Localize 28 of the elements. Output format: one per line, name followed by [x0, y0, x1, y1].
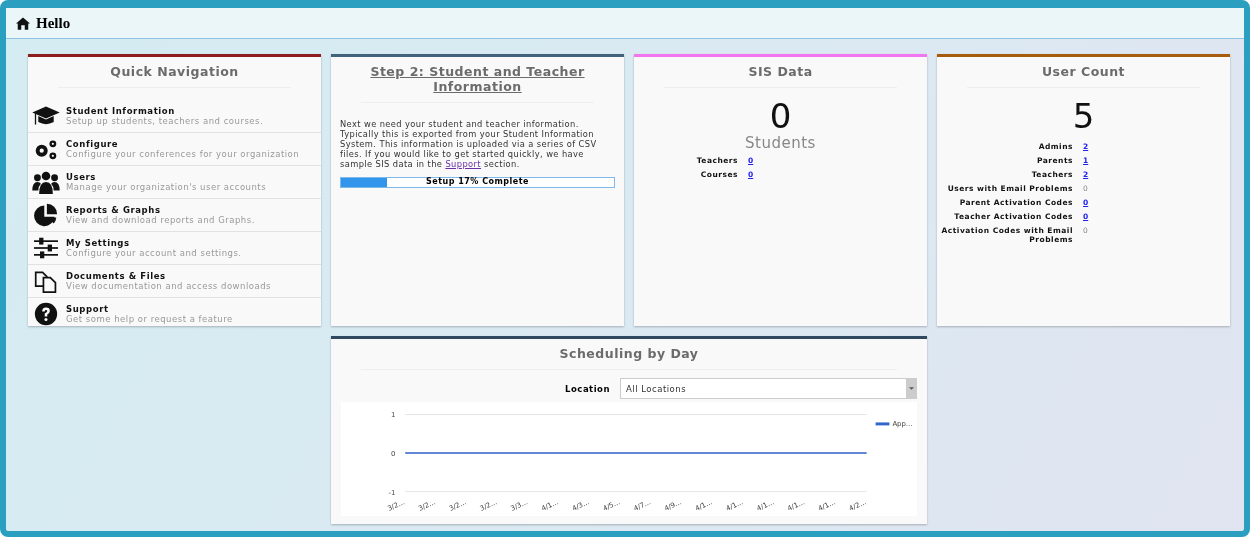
location-select[interactable]: All Locations [620, 378, 917, 399]
graduation-cap-icon [32, 104, 60, 128]
card-title: User Count [967, 64, 1200, 88]
pie-chart-icon [32, 203, 60, 227]
navigation-item[interactable]: Users Manage your organization's user accounts [28, 166, 321, 199]
page-title: Hello [36, 14, 71, 32]
progress-label: Setup 17% Complete [426, 177, 529, 186]
location-label: Location [565, 383, 610, 394]
user-count: 5 [1071, 98, 1096, 134]
navigation-item[interactable]: Student Information Setup up students, teachers and courses. [28, 100, 321, 133]
navigation-item[interactable]: My Settings Configure your account and settings. [28, 232, 321, 265]
navigation-item[interactable]: Documents & Files View documentation and access downloads [28, 265, 321, 298]
support-link[interactable]: Support [445, 159, 481, 169]
navigation-item[interactable]: Support Get some help or request a feature [28, 298, 321, 330]
students-label: Students [744, 134, 817, 152]
navigation-item[interactable]: Configure Configure your conferences for your organization [28, 133, 321, 166]
student-count: 0 [768, 98, 793, 134]
card-title: Step 2: Student and Teacher Information [361, 64, 594, 103]
users-icon [32, 170, 60, 194]
sliders-icon [32, 236, 60, 260]
legend-swatch [875, 422, 890, 426]
caret-icon [908, 386, 914, 391]
card-title: SIS Data [664, 64, 897, 88]
navigation-item[interactable]: Reports & Graphs View and download reports and Graphs. [28, 199, 321, 232]
instructions-text: Next we need your student and teacher information. Typically this is exported from your Student Information System. This information is uploaded via a series of CSV files. If you would like to get started quickly, we have sample SIS data in the Support section. [340, 119, 598, 169]
card-title: Scheduling by Day [361, 346, 897, 370]
home-icon [16, 16, 30, 30]
card-title: Quick Navigation [58, 64, 291, 88]
